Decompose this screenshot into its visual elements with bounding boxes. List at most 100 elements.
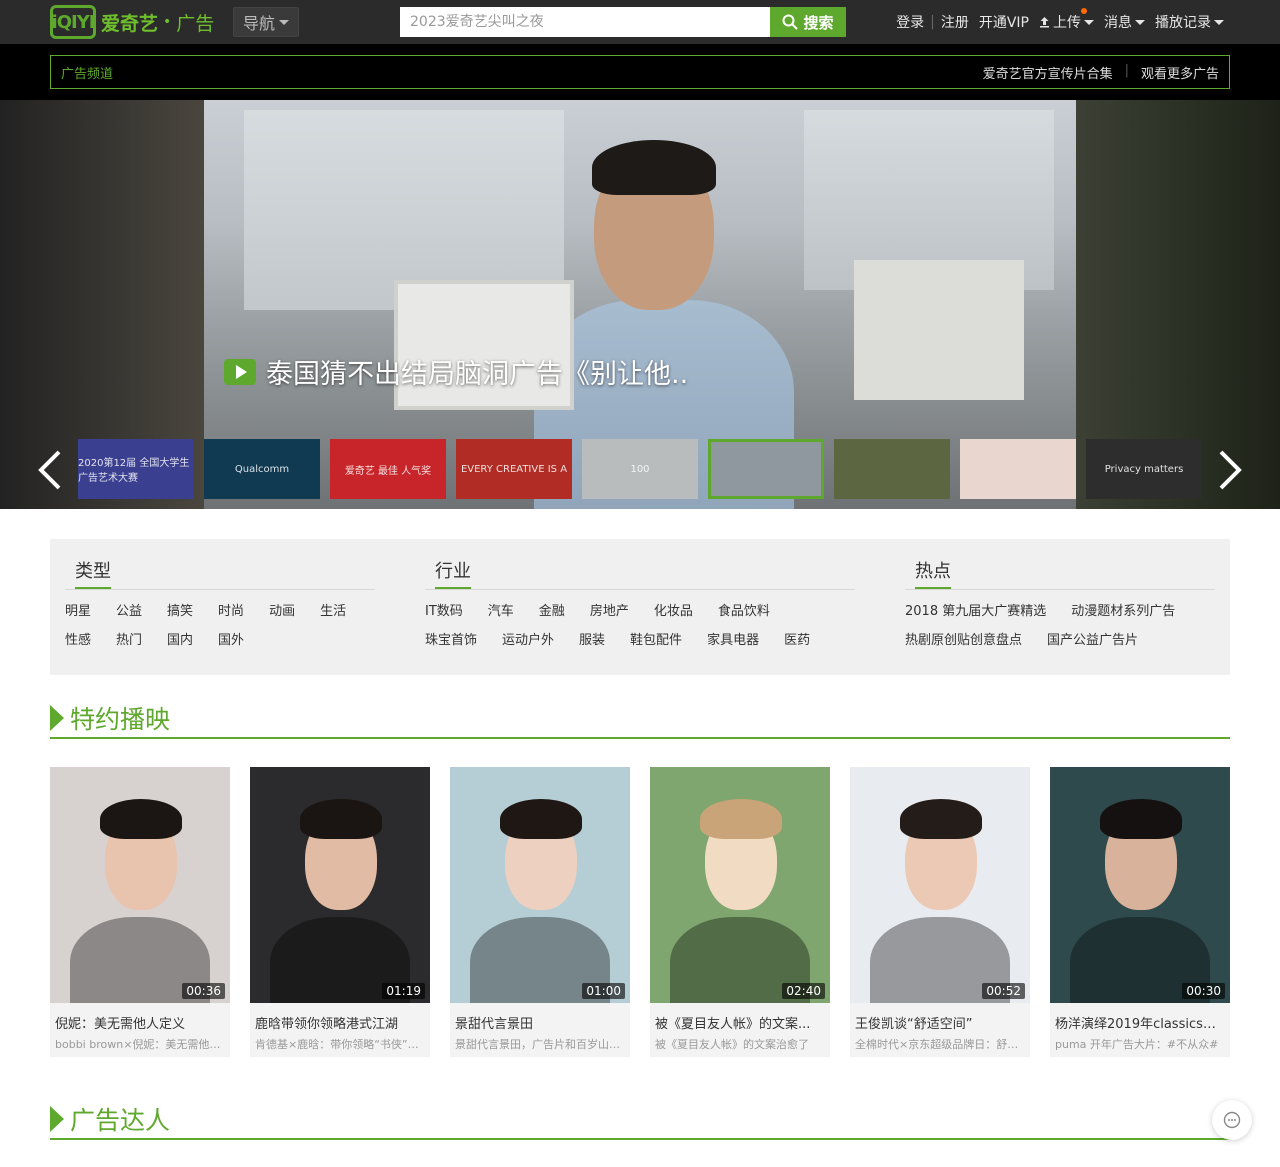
category-link[interactable]: 家具电器 xyxy=(707,629,759,648)
brand-separator: • xyxy=(163,14,172,30)
video-card[interactable]: 02:40 被《夏目友人帐》的文案... 被《夏目友人帐》的文案治愈了 xyxy=(650,767,830,1057)
category-link[interactable]: 动漫题材系列广告 xyxy=(1071,600,1175,619)
hero-caption[interactable]: 泰国猜不出结局脑洞广告《别让他.. xyxy=(224,352,688,391)
category-link[interactable]: 汽车 xyxy=(488,600,514,619)
video-title[interactable]: 景甜代言景田 xyxy=(450,1003,630,1032)
carousel-thumbnail[interactable]: Qualcomm xyxy=(204,439,320,499)
category-link[interactable]: 搞笑 xyxy=(167,600,193,619)
thumbnail-strip: 2020第12届 全国大学生 广告艺术大赛 Qualcomm 爱奇艺 最佳 人气奖 E… xyxy=(0,439,1280,509)
category-link[interactable]: 国产公益广告片 xyxy=(1047,629,1138,648)
video-description: 肯德基×鹿晗：带你领略“书侠”江湖 xyxy=(255,1038,430,1051)
category-link[interactable]: 鞋包配件 xyxy=(630,629,682,648)
search-button[interactable]: 搜索 xyxy=(770,7,846,37)
category-panel: 类型 明星 公益 搞笑 时尚 动画 生活 性感 热门 国内 国外 行业 IT数码 汽车 金融 房地产 化… xyxy=(50,539,1230,675)
category-row: 明星 公益 搞笑 时尚 动画 生活 xyxy=(65,600,375,619)
history-label: 播放记录 xyxy=(1155,15,1211,31)
video-thumbnail[interactable]: 00:52 xyxy=(850,767,1030,1003)
video-title[interactable]: 王俊凯谈“舒适空间” xyxy=(850,1003,1030,1032)
video-title[interactable]: 倪妮：美无需他人定义 xyxy=(50,1003,230,1032)
video-title[interactable]: 杨洋演绎2019年classics系... xyxy=(1050,1003,1230,1032)
thumbnail-figure-hair xyxy=(1100,799,1182,839)
video-thumbnail[interactable]: 02:40 xyxy=(650,767,830,1003)
category-link[interactable]: 生活 xyxy=(320,600,346,619)
duration-badge: 00:30 xyxy=(1182,983,1225,999)
section-title: 特约播映 xyxy=(70,705,171,734)
play-icon xyxy=(224,358,256,385)
category-row: 热剧原创贴创意盘点 国产公益广告片 xyxy=(905,629,1215,648)
official-promo-link[interactable]: 爱奇艺官方宣传片合集 xyxy=(983,63,1113,82)
thumbnail-label: EVERY CREATIVE IS A xyxy=(460,463,568,475)
register-link[interactable]: 注册 xyxy=(941,12,969,32)
category-link[interactable]: 医药 xyxy=(784,629,810,648)
carousel-thumbnail[interactable]: 100 xyxy=(582,439,698,499)
carousel-thumbnail[interactable] xyxy=(708,439,824,499)
video-thumbnail[interactable]: 01:00 xyxy=(450,767,630,1003)
category-link[interactable]: 化妆品 xyxy=(654,600,693,619)
carousel-next-button[interactable] xyxy=(1210,445,1250,495)
carousel-thumbnail[interactable]: Privacy matters xyxy=(1086,439,1202,499)
category-group-industry: 行业 IT数码 汽车 金融 房地产 化妆品 食品饮料 珠宝首饰 运动户外 服装 鞋包配件 家具电器… xyxy=(425,557,855,648)
history-menu[interactable]: 播放记录 xyxy=(1155,12,1224,32)
search-button-label: 搜索 xyxy=(803,13,834,32)
category-link[interactable]: 运动户外 xyxy=(502,629,554,648)
carousel-thumbnail[interactable]: 爱奇艺 最佳 人气奖 xyxy=(330,439,446,499)
section-header-experts: 广告达人 xyxy=(50,1100,1230,1140)
chevron-down-icon xyxy=(1135,19,1145,25)
category-link[interactable]: 国内 xyxy=(167,629,193,648)
category-link[interactable]: 2018 第九届大广赛精选 xyxy=(905,600,1046,619)
channel-links: 爱奇艺官方宣传片合集 | 观看更多广告 xyxy=(983,63,1219,82)
category-group-hot: 热点 2018 第九届大广赛精选 动漫题材系列广告 热剧原创贴创意盘点 国产公益广告… xyxy=(905,557,1215,648)
hero-carousel[interactable]: 泰国猜不出结局脑洞广告《别让他.. 2020第12届 全国大学生 广告艺术大赛 Q… xyxy=(0,100,1280,509)
category-divider xyxy=(425,589,855,590)
video-thumbnail[interactable]: 01:19 xyxy=(250,767,430,1003)
category-link[interactable]: 热剧原创贴创意盘点 xyxy=(905,629,1022,648)
upload-menu[interactable]: 上传 xyxy=(1039,8,1094,32)
category-link[interactable]: 金融 xyxy=(539,600,565,619)
feedback-button[interactable] xyxy=(1212,1100,1252,1140)
category-link[interactable]: 珠宝首饰 xyxy=(425,629,477,648)
thumbnail-label xyxy=(960,439,1076,499)
category-link[interactable]: 食品饮料 xyxy=(718,600,770,619)
carousel-thumbnail[interactable] xyxy=(960,439,1076,499)
category-link[interactable]: 房地产 xyxy=(590,600,629,619)
category-link[interactable]: 国外 xyxy=(218,629,244,648)
category-link[interactable]: 热门 xyxy=(116,629,142,648)
carousel-thumbnail[interactable]: 2020第12届 全国大学生 广告艺术大赛 xyxy=(78,439,194,499)
category-link[interactable]: 动画 xyxy=(269,600,295,619)
video-thumbnail[interactable]: 00:30 xyxy=(1050,767,1230,1003)
brand-name: 爱奇艺 xyxy=(101,12,159,35)
channel-title[interactable]: 广告频道 xyxy=(61,63,113,82)
category-link[interactable]: 性感 xyxy=(65,629,91,648)
category-link[interactable]: 时尚 xyxy=(218,600,244,619)
category-link[interactable]: 服装 xyxy=(579,629,605,648)
messages-menu[interactable]: 消息 xyxy=(1104,12,1145,32)
logo[interactable]: iQIYI 爱奇艺 • 广告 xyxy=(50,5,214,39)
carousel-thumbnail[interactable]: EVERY CREATIVE IS A xyxy=(456,439,572,499)
search-input[interactable] xyxy=(400,7,770,37)
video-card[interactable]: 01:19 鹿晗带领你领略港式江湖肯德基×鹿晗：带你领略“书侠”江湖 xyxy=(250,767,430,1057)
video-title[interactable]: 鹿晗带领你领略港式江湖 xyxy=(250,1003,430,1032)
video-description: 被《夏目友人帐》的文案治愈了 xyxy=(655,1038,809,1051)
top-bar: iQIYI 爱奇艺 • 广告 导航 搜索 登录 | 注册 开通VIP 上传 消息… xyxy=(0,0,1280,44)
login-link[interactable]: 登录 xyxy=(896,12,924,32)
video-card[interactable]: 00:52 王俊凯谈“舒适空间” 全棉时代×京东超级品牌日：舒适空间 xyxy=(850,767,1030,1057)
carousel-prev-button[interactable] xyxy=(30,445,70,495)
category-link[interactable]: IT数码 xyxy=(425,600,463,619)
video-card[interactable]: 01:00 景甜代言景田 景甜代言景田，广告片和百岁山一样 xyxy=(450,767,630,1057)
video-description: puma 开年广告大片：#不从众# xyxy=(1055,1038,1219,1051)
category-link[interactable]: 明星 xyxy=(65,600,91,619)
thumbnail-label xyxy=(711,442,821,496)
carousel-thumbnail[interactable] xyxy=(834,439,950,499)
thumbnail-label xyxy=(834,439,950,499)
video-description: bobbi brown×倪妮：美无需他人定义 xyxy=(55,1038,230,1051)
nav-dropdown-button[interactable]: 导航 xyxy=(233,7,299,37)
video-thumbnail[interactable]: 00:36 xyxy=(50,767,230,1003)
video-card[interactable]: 00:36 倪妮：美无需他人定义 bobbi brown×倪妮：美无需他人定义 xyxy=(50,767,230,1057)
vip-link[interactable]: 开通VIP xyxy=(979,12,1029,32)
category-link[interactable]: 公益 xyxy=(116,600,142,619)
chevron-right-icon xyxy=(1219,450,1242,490)
video-title[interactable]: 被《夏目友人帐》的文案... xyxy=(650,1003,830,1032)
more-ads-link[interactable]: 观看更多广告 xyxy=(1141,63,1219,82)
video-card[interactable]: 00:30 杨洋演绎2019年classics系... puma 开年广告大片：#不… xyxy=(1050,767,1230,1057)
chevron-left-icon xyxy=(38,450,61,490)
